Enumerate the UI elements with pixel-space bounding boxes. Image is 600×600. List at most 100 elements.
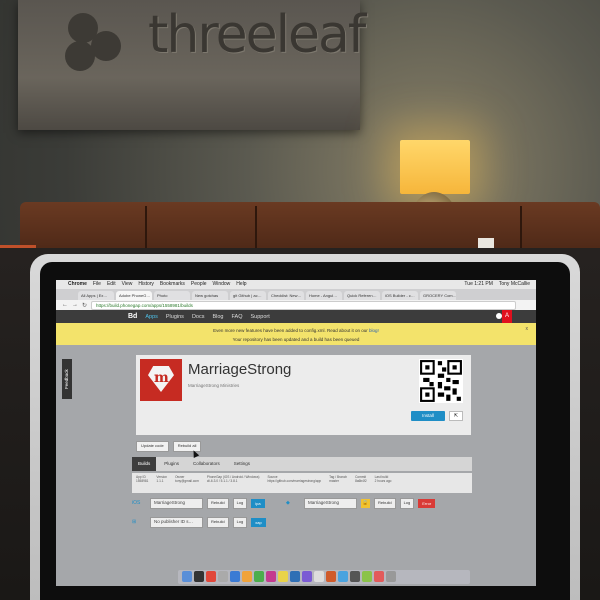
back-icon[interactable]: ← [62, 302, 68, 308]
info-col: Tag / Branch master [329, 475, 348, 483]
windows-key-select[interactable]: No publisher ID s… [150, 516, 203, 528]
browser-tab[interactable]: All Apps | Ex… [78, 291, 114, 300]
menu-history[interactable]: History [138, 280, 154, 289]
browser-tab[interactable]: Quick Referen… [344, 291, 380, 300]
nav-plugins[interactable]: Plugins [166, 314, 184, 320]
laptop: Chrome File Edit View History Bookmarks … [30, 254, 580, 600]
menu-view[interactable]: View [122, 280, 133, 289]
finder-icon[interactable] [182, 571, 192, 582]
app-icon-sky[interactable] [338, 571, 348, 582]
ios-key-select[interactable]: MarriageStrong [150, 497, 203, 509]
url-field[interactable]: https://build.phonegap.com/apps/1558981/… [91, 300, 516, 310]
browser-tab-active[interactable]: Adobe PhoneG… [116, 291, 152, 300]
notice-banner: Even more new features have been added t… [56, 323, 536, 345]
app-icon-grey[interactable] [218, 571, 228, 582]
nav-blog[interactable]: Blog [212, 314, 223, 320]
windows-row: ⊞ No publisher ID s… Rebuild Log xap [132, 516, 266, 528]
tab-settings[interactable]: Settings [228, 457, 256, 471]
menu-help[interactable]: Help [236, 280, 246, 289]
forward-icon[interactable]: → [72, 302, 78, 308]
nav-faq[interactable]: FAQ [231, 314, 242, 320]
tab-collaborators[interactable]: Collaborators [187, 457, 226, 471]
install-button[interactable]: Install [411, 411, 445, 421]
build-info: App ID 1558981 Version 1.1.1 Owner tony@gma… [132, 473, 472, 493]
ios-log-button[interactable]: Log [232, 497, 248, 509]
app-icon-white[interactable] [314, 571, 324, 582]
windows-rebuild-button[interactable]: Rebuild [207, 516, 229, 528]
app-icon: m [140, 359, 182, 401]
terminal-icon[interactable] [194, 571, 204, 582]
blog-link[interactable]: blog! [369, 328, 379, 333]
menu-bookmarks[interactable]: Bookmarks [160, 280, 185, 289]
leaf-logo-icon [65, 13, 121, 71]
app-icon-purple[interactable] [302, 571, 312, 582]
app-subtitle: MarriageStrong Ministries [188, 383, 240, 388]
app-icon-dark[interactable] [350, 571, 360, 582]
browser-tab[interactable]: Home - Angul… [306, 291, 342, 300]
browser-tabs: All Apps | Ex… Adobe PhoneG… Photo New g… [56, 289, 536, 300]
android-row: ◆ MarriageStrong 🔒 Rebuild Log Error [286, 497, 436, 509]
menubar-user[interactable]: Tony McCallie [499, 280, 530, 289]
android-icon: ◆ [286, 500, 290, 506]
nav-support[interactable]: Support [251, 314, 270, 320]
browser-tab[interactable]: New gotchas [192, 291, 228, 300]
app-icon-orange[interactable] [242, 571, 252, 582]
tab-plugins[interactable]: Plugins [158, 457, 185, 471]
ios-rebuild-button[interactable]: Rebuild [207, 497, 229, 509]
photo-scene: threeleaf Chrome File Edit View History … [0, 0, 600, 600]
share-button[interactable]: ⇱ [449, 411, 463, 421]
ios-label: iOS [132, 500, 141, 506]
info-col: PhoneGap (iOS / Android / Windows) cli-6.… [206, 475, 260, 483]
android-log-button[interactable]: Log [399, 497, 415, 509]
reload-icon[interactable]: ↻ [82, 302, 87, 309]
app-icon-letter: m [154, 370, 169, 386]
menu-edit[interactable]: Edit [107, 280, 116, 289]
site-logo[interactable]: Bd [128, 313, 137, 320]
browser-tab[interactable]: Checklist: New… [268, 291, 304, 300]
nav-docs[interactable]: Docs [192, 314, 205, 320]
app-icon-rust[interactable] [326, 571, 336, 582]
app-icon-navy[interactable] [290, 571, 300, 582]
android-rebuild-button[interactable]: Rebuild [374, 497, 396, 509]
update-code-button[interactable]: Update code [136, 441, 169, 452]
ios-download-button[interactable]: ipa [251, 498, 265, 508]
close-icon[interactable]: x [526, 326, 529, 332]
wall-sign: threeleaf [18, 0, 366, 130]
android-error-button[interactable]: Error [418, 498, 436, 508]
menubar-app[interactable]: Chrome [68, 280, 87, 289]
qr-code-icon [419, 359, 463, 403]
browser-tab[interactable]: git Github | ac… [230, 291, 266, 300]
feedback-tab[interactable]: Feedback [62, 359, 72, 399]
mac-menubar: Chrome File Edit View History Bookmarks … [56, 280, 536, 289]
browser-tab[interactable]: iOS Builder - c… [382, 291, 418, 300]
mac-dock [178, 570, 470, 584]
chrome-icon[interactable] [278, 571, 288, 582]
app-icon-pink[interactable] [266, 571, 276, 582]
app-icon-green[interactable] [254, 571, 264, 582]
trash-icon[interactable] [386, 571, 396, 582]
menubar-clock[interactable]: Tue 1:21 PM [464, 280, 492, 289]
info-col: Source https://github.com/marriagestrong/… [267, 475, 322, 483]
info-col: App ID 1558981 [136, 475, 149, 483]
windows-download-button[interactable]: xap [251, 517, 266, 527]
tab-builds[interactable]: Builds [132, 457, 157, 471]
lock-icon[interactable]: 🔒 [361, 498, 370, 508]
app-icon-red[interactable] [206, 571, 216, 582]
app-icon-blue[interactable] [230, 571, 240, 582]
sign-text: threeleaf [148, 5, 366, 65]
app-card: m MarriageStrong MarriageStrong Ministri… [136, 355, 471, 435]
browser-tab[interactable]: Photo [154, 291, 190, 300]
app-icon-lime[interactable] [362, 571, 372, 582]
browser-tab[interactable]: GROCERY Com… [420, 291, 456, 300]
menu-people[interactable]: People [191, 280, 207, 289]
address-bar: ← → ↻ https://build.phonegap.com/apps/15… [56, 300, 536, 310]
nav-apps[interactable]: Apps [145, 314, 158, 320]
windows-icon: ⊞ [132, 519, 137, 525]
app-icon-coral[interactable] [374, 571, 384, 582]
app-name: MarriageStrong [188, 361, 292, 378]
windows-log-button[interactable]: Log [232, 516, 248, 528]
info-col: Version 1.1.1 [156, 475, 168, 483]
android-key-select[interactable]: MarriageStrong [304, 497, 357, 509]
menu-window[interactable]: Window [213, 280, 231, 289]
menu-file[interactable]: File [93, 280, 101, 289]
